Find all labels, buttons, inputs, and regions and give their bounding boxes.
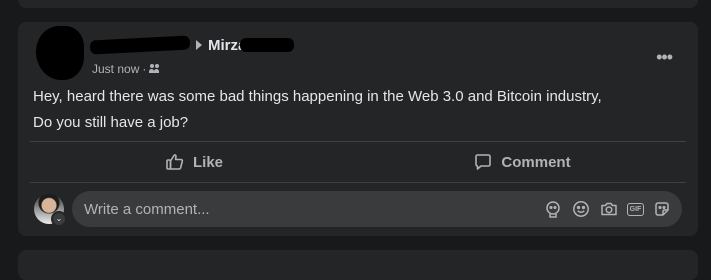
author-line: Mirza	[89, 35, 295, 55]
author-avatar-redacted[interactable]	[36, 26, 84, 80]
current-user-avatar[interactable]: ⌄	[34, 194, 67, 227]
post-card: Mirza Just now · ••• Hey, heard there wa…	[18, 22, 698, 236]
gif-icon[interactable]: GIF	[627, 202, 644, 216]
emoji-icon[interactable]	[571, 199, 591, 219]
comment-button[interactable]: Comment	[358, 146, 686, 178]
author-name-redacted[interactable]	[89, 35, 191, 55]
comment-composer: ⌄ GIF	[34, 190, 682, 228]
avatar-sticker-icon[interactable]	[543, 199, 563, 219]
comment-input[interactable]	[82, 199, 543, 219]
post-body: Hey, heard there was some bad things hap…	[33, 84, 683, 136]
post-actions: Like Comment	[30, 146, 686, 178]
sticker-icon[interactable]	[652, 199, 672, 219]
comment-label: Comment	[501, 153, 571, 171]
meta-separator: ·	[142, 62, 147, 76]
composer-tools: GIF	[543, 199, 672, 219]
post-header: Mirza Just now · •••	[30, 26, 686, 82]
comment-icon	[475, 154, 492, 170]
like-label: Like	[192, 153, 223, 171]
post-body-line: Hey, heard there was some bad things hap…	[33, 88, 602, 105]
post-meta: Just now ·	[92, 62, 161, 76]
more-options-icon[interactable]: •••	[656, 48, 673, 66]
target-name-redacted	[240, 38, 295, 52]
previous-post-card	[18, 0, 698, 8]
arrow-right-icon	[196, 40, 202, 50]
chevron-down-icon[interactable]: ⌄	[51, 211, 67, 227]
post-body-line: Do you still have a job?	[33, 114, 189, 131]
camera-icon[interactable]	[599, 199, 619, 219]
like-icon	[166, 154, 184, 170]
next-post-card	[18, 250, 698, 280]
divider	[30, 141, 686, 142]
post-timestamp[interactable]: Just now	[92, 62, 139, 76]
divider	[30, 182, 686, 183]
audience-icon[interactable]	[149, 64, 161, 74]
comment-box: GIF	[72, 191, 682, 227]
like-button[interactable]: Like	[30, 146, 358, 178]
